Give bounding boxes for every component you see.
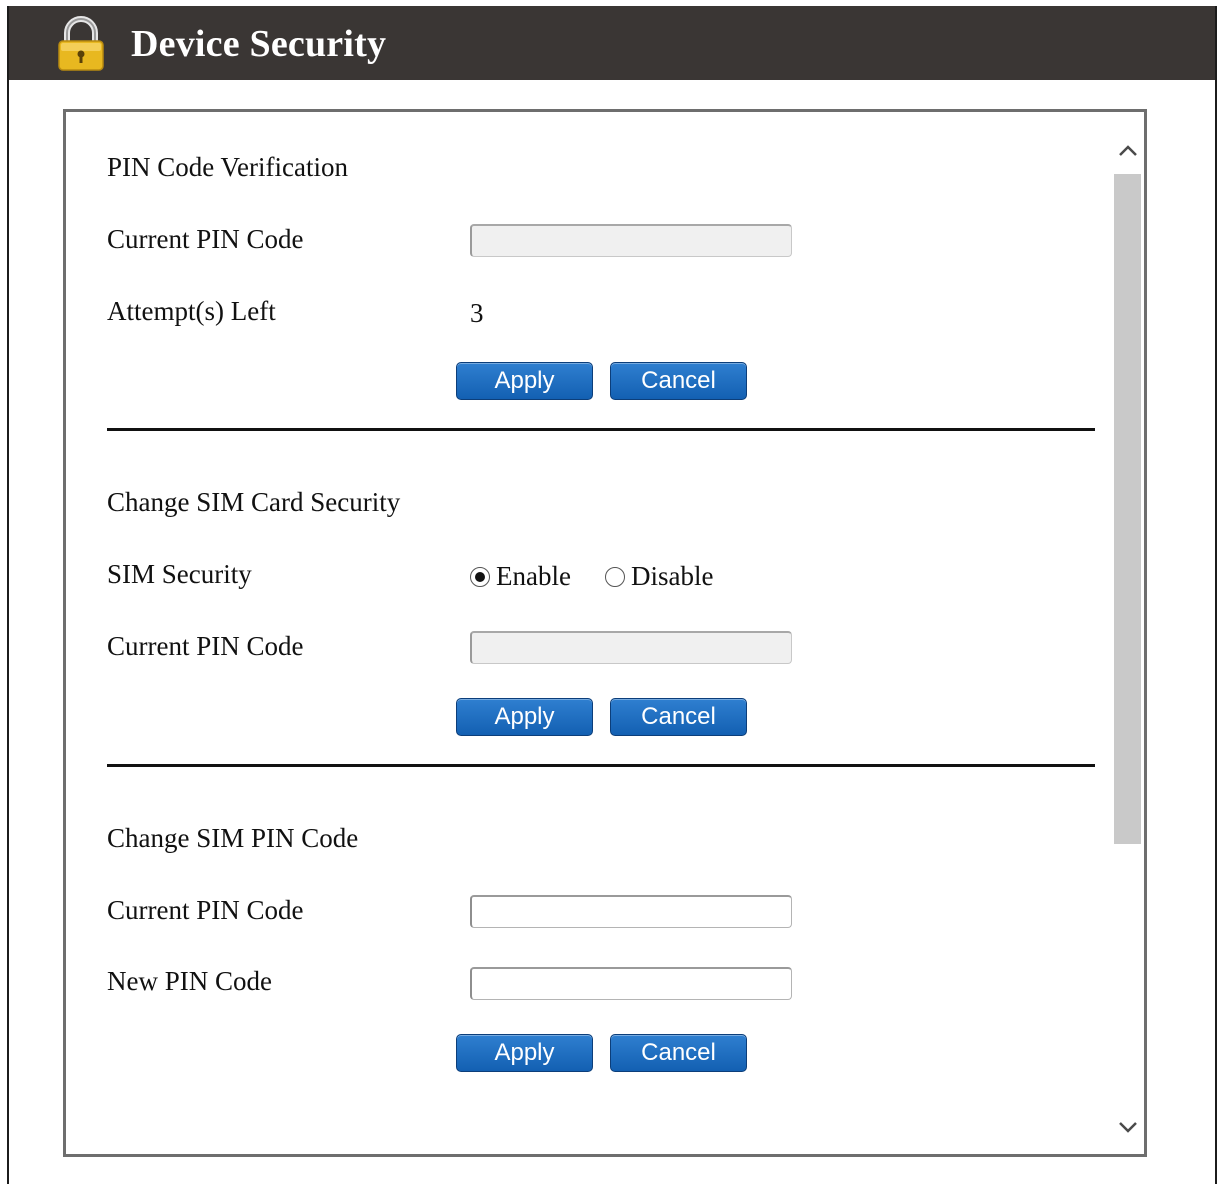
enable-radio-label: Enable — [496, 561, 571, 591]
section-divider — [107, 428, 1095, 431]
disable-radio[interactable] — [604, 566, 625, 587]
section-title-sim-card-security: Change SIM Card Security — [107, 487, 401, 517]
change-pin-current-pin-input[interactable] — [470, 895, 792, 928]
cancel-button-sim-security[interactable]: Cancel — [610, 698, 747, 736]
scroll-down-button[interactable] — [1112, 1106, 1144, 1148]
device-security-window: Device Security PIN Code Verification Cu… — [7, 6, 1217, 1184]
sim-security-disable-option[interactable]: Disable — [604, 561, 714, 592]
cancel-button-pin-verification[interactable]: Cancel — [610, 362, 747, 400]
title-bar: Device Security — [9, 6, 1215, 80]
cancel-button-change-pin[interactable]: Cancel — [610, 1034, 747, 1072]
lock-icon — [58, 16, 104, 71]
new-pin-label: New PIN Code — [107, 966, 272, 996]
sim-security-label: SIM Security — [107, 559, 252, 589]
vertical-scrollbar[interactable] — [1112, 112, 1144, 1154]
apply-button-change-pin[interactable]: Apply — [456, 1034, 593, 1072]
chevron-up-icon — [1119, 145, 1137, 156]
change-pin-new-pin-input[interactable] — [470, 967, 792, 1000]
apply-button-sim-security[interactable]: Apply — [456, 698, 593, 736]
sim-security-current-pin-input[interactable] — [470, 631, 792, 664]
sim-security-enable-option[interactable]: Enable — [470, 561, 571, 592]
section-title-pin-verification: PIN Code Verification — [107, 152, 348, 182]
current-pin-label: Current PIN Code — [107, 631, 304, 661]
apply-button-pin-verification[interactable]: Apply — [456, 362, 593, 400]
sim-security-radio-group: Enable Disable — [470, 561, 747, 592]
scroll-up-button[interactable] — [1112, 130, 1144, 172]
current-pin-label: Current PIN Code — [107, 224, 304, 254]
attempts-left-value: 3 — [470, 298, 484, 328]
section-title-change-sim-pin: Change SIM PIN Code — [107, 823, 359, 853]
radio-selected-dot — [475, 571, 485, 582]
section-divider — [107, 764, 1095, 767]
content-panel: PIN Code Verification Current PIN Code A… — [63, 109, 1147, 1157]
attempts-left-label: Attempt(s) Left — [107, 296, 276, 326]
pin-verification-current-pin-input[interactable] — [470, 224, 792, 257]
page-title: Device Security — [131, 23, 387, 65]
current-pin-label: Current PIN Code — [107, 895, 304, 925]
scrollbar-thumb[interactable] — [1114, 174, 1141, 844]
enable-radio[interactable] — [470, 566, 490, 587]
chevron-down-icon — [1119, 1122, 1137, 1133]
disable-radio-label: Disable — [630, 561, 714, 591]
